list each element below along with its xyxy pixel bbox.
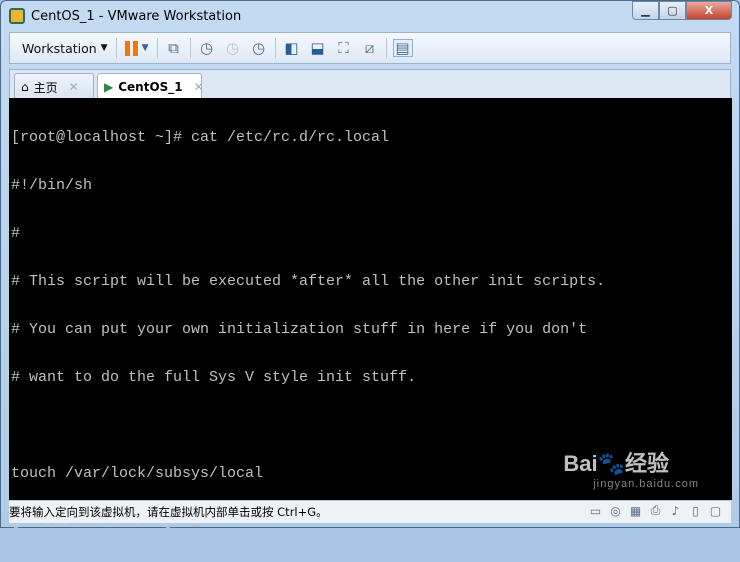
vmware-app-icon [9, 8, 25, 24]
tab-bar: ⌂ 主页 ✕ ▶ CentOS_1 ✕ [9, 69, 731, 100]
maximize-button[interactable]: ▢ [659, 1, 686, 20]
window-title: CentOS_1 - VMware Workstation [31, 8, 242, 24]
vm-icon: ▶ [104, 80, 114, 94]
minimize-button[interactable]: ▁ [632, 1, 659, 20]
divider [189, 38, 191, 58]
close-tab-icon[interactable]: ✕ [194, 80, 204, 94]
chevron-down-icon: ▼ [141, 43, 149, 53]
snapshot-take-icon[interactable]: ◷ [197, 39, 217, 57]
terminal-line: # This script will be executed *after* a… [11, 273, 606, 290]
network-icon[interactable]: ▦ [628, 503, 643, 518]
vm-console[interactable]: [root@localhost ~]# cat /etc/rc.d/rc.loc… [9, 98, 732, 530]
terminal-line: # You can put your own initialization st… [11, 321, 588, 338]
message-icon[interactable]: ▢ [708, 503, 723, 518]
tab-label: 主页 [33, 80, 58, 95]
home-icon: ⌂ [21, 80, 29, 94]
title-bar: CentOS_1 - VMware Workstation ▁ ▢ X [1, 1, 739, 31]
terminal-line: [root@localhost ~]# cat /etc/rc.d/rc.loc… [11, 129, 390, 146]
toolbar: Workstation ▼ ▼ ⧉ ◷ ◷ ◷ ◧ ⬓ ⛶ ⧄ ▤ [9, 32, 731, 64]
terminal-line: # [11, 225, 21, 242]
pause-button[interactable]: ▼ [123, 36, 151, 60]
usb-icon[interactable]: ▯ [688, 503, 703, 518]
terminal-line: # want to do the full Sys V style init s… [11, 369, 417, 386]
unity-icon[interactable]: ⧄ [360, 39, 380, 57]
terminal-line: #!/bin/sh [11, 177, 93, 194]
tab-centos-1[interactable]: ▶ CentOS_1 ✕ [97, 73, 204, 100]
snapshot-revert-icon[interactable]: ◷ [223, 39, 243, 57]
printer-icon[interactable]: ⎙ [648, 503, 663, 518]
snapshot-manager-icon[interactable]: ◷ [249, 39, 269, 57]
close-tab-icon[interactable]: ✕ [69, 80, 79, 94]
show-library-icon[interactable]: ◧ [282, 39, 302, 57]
console-view-icon[interactable]: ▤ [392, 39, 413, 57]
cd-dvd-icon[interactable]: ◎ [608, 503, 623, 518]
pause-icon [124, 40, 138, 56]
divider [115, 38, 117, 58]
baidu-jingyan-watermark: Bai🐾经验 jingyan.baidu.com [563, 451, 699, 490]
status-bar: 要将输入定向到该虚拟机，请在虚拟机内部单击或按 Ctrl+G。 ▭ ◎ ▦ ⎙ … [9, 501, 731, 523]
full-screen-icon[interactable]: ⛶ [334, 39, 354, 57]
divider [156, 38, 158, 58]
divider [274, 38, 276, 58]
workstation-label: Workstation [22, 40, 97, 56]
workstation-menu-button[interactable]: Workstation ▼ [20, 36, 110, 60]
hard-disk-icon[interactable]: ▭ [588, 503, 603, 518]
send-ctrl-alt-del-icon[interactable]: ⧉ [164, 39, 184, 57]
tab-home[interactable]: ⌂ 主页 ✕ [14, 73, 94, 100]
show-thumbnail-bar-icon[interactable]: ⬓ [308, 39, 328, 57]
tab-label: CentOS_1 [118, 80, 183, 94]
close-button[interactable]: X [686, 1, 732, 20]
sound-icon[interactable]: ♪ [668, 503, 683, 518]
chevron-down-icon: ▼ [100, 43, 108, 53]
divider [385, 38, 387, 58]
vmware-window: CentOS_1 - VMware Workstation ▁ ▢ X Work… [0, 0, 740, 530]
text-cursor [191, 525, 201, 527]
status-message: 要将输入定向到该虚拟机，请在虚拟机内部单击或按 Ctrl+G。 [9, 505, 328, 519]
